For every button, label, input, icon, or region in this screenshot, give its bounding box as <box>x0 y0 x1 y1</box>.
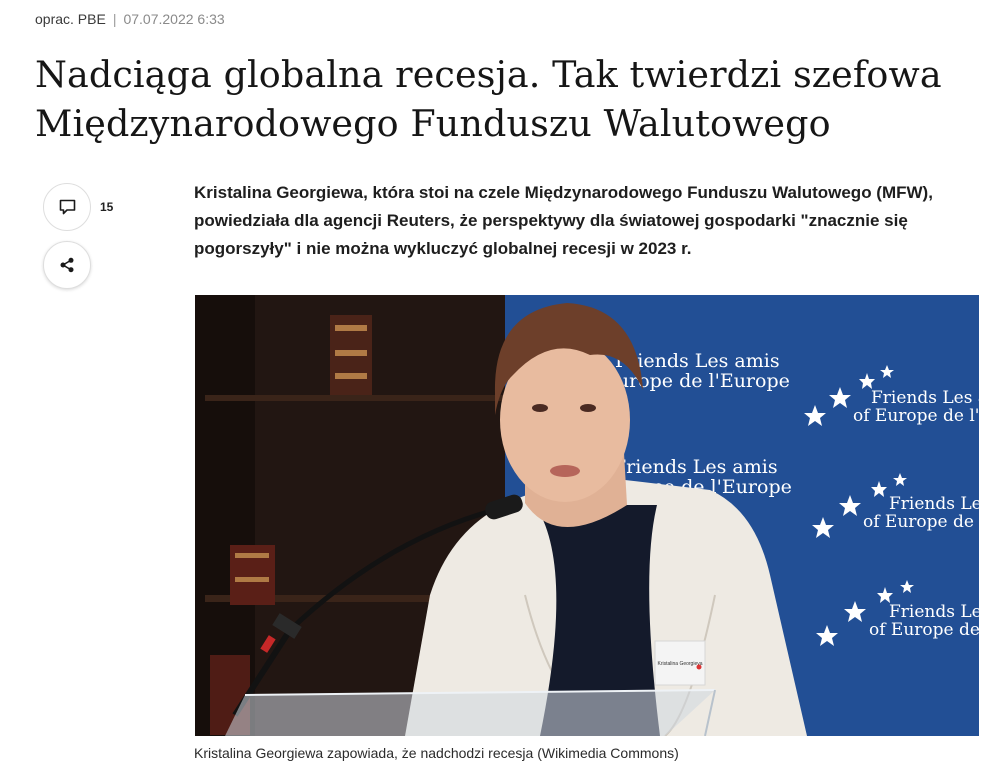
image-caption: Kristalina Georgiewa zapowiada, że nadch… <box>194 745 679 761</box>
backdrop-text-8: of Europe de l <box>863 512 979 532</box>
author-label: oprac. PBE <box>35 11 106 27</box>
article-lead: Kristalina Georgiewa, która stoi na czel… <box>194 183 933 258</box>
article-title: Nadciąga globalna recesja. Tak twierdzi … <box>35 50 975 148</box>
backdrop-text-6: of Europe de l'E <box>853 406 979 426</box>
comment-count[interactable]: 15 <box>100 200 113 214</box>
article-photo: Friends Les amis Europe de l'Europe Frie… <box>195 295 979 736</box>
nameplate-text: Kristalina Georgieva <box>657 661 702 667</box>
publish-date: 07.07.2022 6:33 <box>123 11 225 27</box>
backdrop-text-2: Europe de l'Europe <box>603 370 790 392</box>
article-title-line-2: Międzynarodowego Funduszu Walutowego <box>35 102 831 145</box>
share-button[interactable] <box>43 241 91 289</box>
backdrop-text-3: Friends Les amis <box>613 456 778 478</box>
backdrop-text-5: Friends Les a <box>871 388 979 408</box>
backdrop-text-9: Friends Le <box>889 602 979 622</box>
photo-illustration: Friends Les amis Europe de l'Europe Frie… <box>195 295 979 736</box>
comments-button[interactable] <box>43 183 91 231</box>
meta-separator: | <box>112 11 117 27</box>
comment-icon <box>59 199 75 215</box>
article-title-line-1: Nadciąga globalna recesja. Tak twierdzi … <box>35 53 942 96</box>
backdrop-text-10: of Europe de <box>869 620 979 640</box>
share-icon <box>60 257 74 273</box>
backdrop-text-7: Friends Les <box>889 494 979 514</box>
article-meta: oprac. PBE | 07.07.2022 6:33 <box>35 10 225 28</box>
